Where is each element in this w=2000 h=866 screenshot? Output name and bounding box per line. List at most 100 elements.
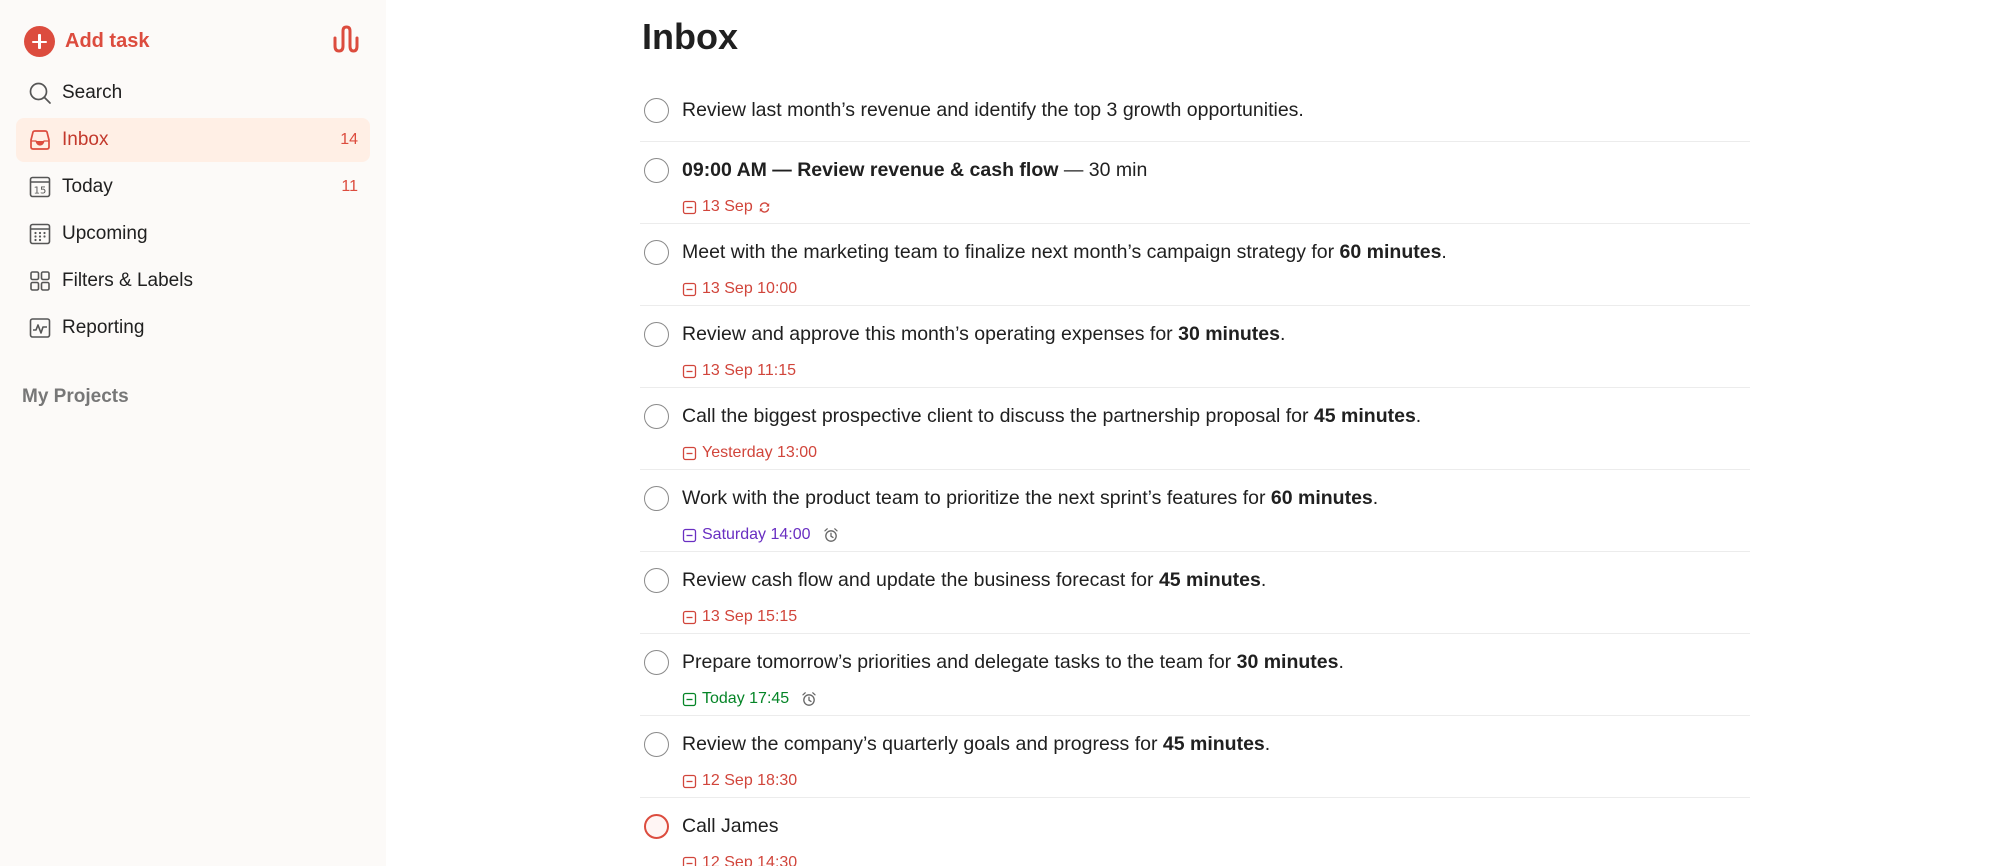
task-title-bold: 30 minutes xyxy=(1236,651,1339,673)
task-complete-checkbox[interactable] xyxy=(644,650,669,675)
task-list: Review last month’s revenue and identify… xyxy=(640,84,1750,866)
task-due-date[interactable]: 13 Sep 11:15 xyxy=(682,362,796,380)
task-date-label: 13 Sep 11:15 xyxy=(702,362,797,379)
task-date-label: 13 Sep xyxy=(702,198,753,215)
task-title[interactable]: Work with the product team to prioritize… xyxy=(682,487,1378,510)
task-title-text: Meet with the marketing team to finalize… xyxy=(682,241,1340,263)
task-due-date[interactable]: 12 Sep 14:30 xyxy=(682,854,797,866)
task-title-bold: 60 minutes xyxy=(1270,487,1373,509)
add-task-label: Add task xyxy=(65,30,150,52)
task-due-date[interactable]: Yesterday 13:00 xyxy=(682,444,817,462)
calendar-icon xyxy=(682,200,697,215)
task-title[interactable]: Prepare tomorrow’s priorities and delega… xyxy=(682,651,1344,674)
task-title[interactable]: Call the biggest prospective client to d… xyxy=(682,405,1421,428)
task-title-text: Review and approve this month’s operatin… xyxy=(682,323,1179,345)
task-due-date[interactable]: Today 17:45 xyxy=(682,690,817,708)
task-row[interactable]: Prepare tomorrow’s priorities and delega… xyxy=(640,634,1750,716)
task-title-text: Call the biggest prospective client to d… xyxy=(682,405,1314,427)
task-complete-checkbox[interactable] xyxy=(644,98,669,123)
sidebar-nav: Search Inbox 14 15 Today 11 Upcoming Fil… xyxy=(16,71,370,353)
inbox-icon xyxy=(28,128,52,152)
task-complete-checkbox[interactable] xyxy=(644,158,669,183)
task-title[interactable]: Review and approve this month’s operatin… xyxy=(682,323,1285,346)
task-complete-checkbox[interactable] xyxy=(644,240,669,265)
task-complete-checkbox[interactable] xyxy=(644,404,669,429)
task-title-bold: 30 minutes xyxy=(1178,323,1280,345)
calendar-icon xyxy=(682,446,697,461)
task-row[interactable]: Work with the product team to prioritize… xyxy=(640,470,1750,552)
calendar-icon xyxy=(682,692,697,707)
task-title[interactable]: Call James xyxy=(682,815,778,838)
calendar-grid-icon xyxy=(28,222,52,246)
plus-icon xyxy=(24,26,55,57)
sidebar-item-today[interactable]: 15 Today 11 xyxy=(16,165,370,209)
task-row[interactable]: 09:00 AM — Review revenue & cash flow — … xyxy=(640,142,1750,224)
task-row[interactable]: Review last month’s revenue and identify… xyxy=(640,84,1750,142)
sidebar-item-search[interactable]: Search xyxy=(16,71,370,115)
page-title: Inbox xyxy=(642,16,738,57)
task-complete-checkbox[interactable] xyxy=(644,486,669,511)
task-date-label: 12 Sep 14:30 xyxy=(702,854,798,866)
calendar-icon xyxy=(682,528,697,543)
task-date-label: Saturday 14:00 xyxy=(702,526,811,543)
sidebar-item-reporting[interactable]: Reporting xyxy=(16,306,370,350)
task-due-date[interactable]: 13 Sep 10:00 xyxy=(682,280,797,298)
task-title-suffix: . xyxy=(1415,405,1422,427)
task-title-text: Review the company’s quarterly goals and… xyxy=(682,733,1163,755)
alarm-clock-icon xyxy=(801,691,817,707)
sidebar-item-label: Reporting xyxy=(62,317,145,338)
sidebar-item-label: Upcoming xyxy=(62,223,148,244)
task-title-suffix: . xyxy=(1441,241,1447,263)
task-complete-checkbox[interactable] xyxy=(644,814,669,839)
sidebar: Add task Search Inbox 14 15 Today 11 Upc… xyxy=(0,0,386,866)
main-content: Inbox Review last month’s revenue and id… xyxy=(640,0,1750,866)
task-title[interactable]: 09:00 AM — Review revenue & cash flow — … xyxy=(682,159,1147,182)
task-date-label: 13 Sep 10:00 xyxy=(702,280,798,297)
task-title-suffix: . xyxy=(1338,651,1344,673)
task-row[interactable]: Review and approve this month’s operatin… xyxy=(640,306,1750,388)
task-due-date[interactable]: 12 Sep 18:30 xyxy=(682,772,797,790)
task-title-bold: 45 minutes xyxy=(1158,569,1261,591)
task-title[interactable]: Review last month’s revenue and identify… xyxy=(682,99,1304,122)
add-task-button[interactable]: Add task xyxy=(24,26,149,57)
task-title[interactable]: Review cash flow and update the business… xyxy=(682,569,1266,592)
task-title-text: Call James xyxy=(682,815,779,837)
task-title-suffix: — 30 min xyxy=(1058,159,1148,181)
task-complete-checkbox[interactable] xyxy=(644,732,669,757)
sidebar-item-label: Search xyxy=(62,82,123,103)
task-due-date[interactable]: 13 Sep xyxy=(682,198,772,216)
task-due-date[interactable]: Saturday 14:00 xyxy=(682,526,839,544)
task-title-bold: 60 minutes xyxy=(1339,241,1442,263)
inbox-count: 14 xyxy=(340,131,358,148)
search-icon xyxy=(28,81,52,105)
calendar-icon xyxy=(682,856,697,866)
alarm-clock-icon xyxy=(823,527,839,543)
task-row[interactable]: Call the biggest prospective client to d… xyxy=(640,388,1750,470)
task-title-text: Review cash flow and update the business… xyxy=(682,569,1159,591)
task-complete-checkbox[interactable] xyxy=(644,322,669,347)
task-date-label: 13 Sep 15:15 xyxy=(702,608,798,625)
task-row[interactable]: Review the company’s quarterly goals and… xyxy=(640,716,1750,798)
calendar-today-icon: 15 xyxy=(28,175,52,199)
task-title-suffix: . xyxy=(1260,569,1267,591)
sidebar-item-label: Inbox xyxy=(62,129,109,150)
sidebar-item-inbox[interactable]: Inbox 14 xyxy=(16,118,370,162)
task-complete-checkbox[interactable] xyxy=(644,568,669,593)
task-row[interactable]: Call James 12 Sep 14:30 xyxy=(640,798,1750,866)
task-row[interactable]: Meet with the marketing team to finalize… xyxy=(640,224,1750,306)
task-title-text: Review last month’s revenue and identify… xyxy=(682,99,1304,121)
calendar-icon xyxy=(682,282,697,297)
calendar-icon xyxy=(682,610,697,625)
my-projects-heading[interactable]: My Projects xyxy=(22,386,129,408)
waveform-logo-icon[interactable] xyxy=(332,24,362,56)
task-due-date[interactable]: 13 Sep 15:15 xyxy=(682,608,797,626)
task-row[interactable]: Review cash flow and update the business… xyxy=(640,552,1750,634)
task-title-text: Work with the product team to prioritize… xyxy=(682,487,1271,509)
task-title[interactable]: Meet with the marketing team to finalize… xyxy=(682,241,1447,264)
task-title-bold: 09:00 AM — Review revenue & cash flow xyxy=(682,159,1059,181)
sidebar-item-filters-labels[interactable]: Filters & Labels xyxy=(16,259,370,303)
task-title-text: Prepare tomorrow’s priorities and delega… xyxy=(682,651,1237,673)
sidebar-item-upcoming[interactable]: Upcoming xyxy=(16,212,370,256)
task-title[interactable]: Review the company’s quarterly goals and… xyxy=(682,733,1270,756)
grid-icon xyxy=(28,269,52,293)
